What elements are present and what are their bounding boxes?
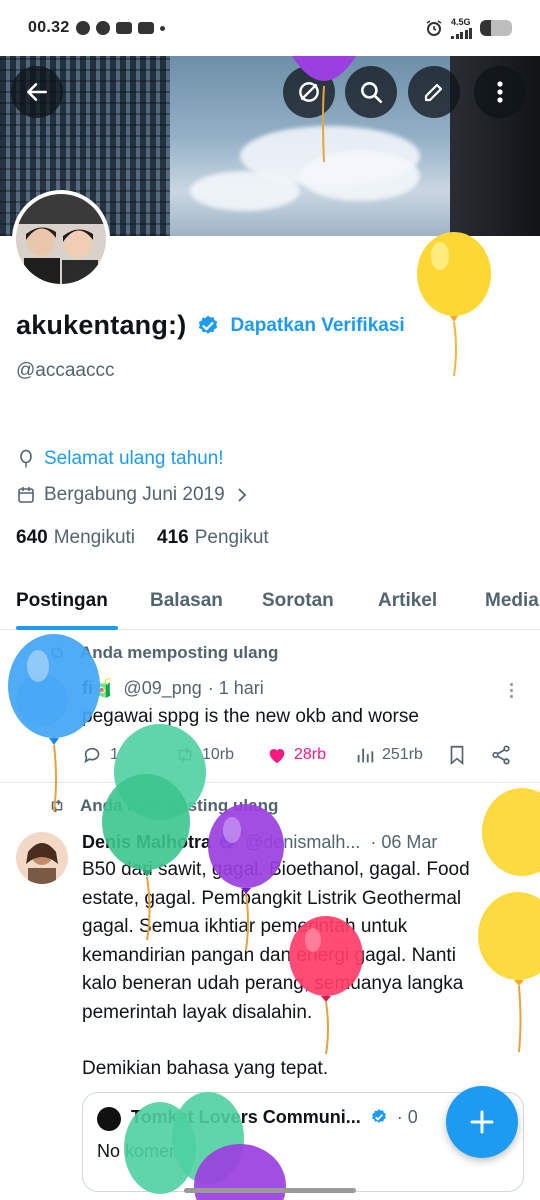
repost-indicator: Anda memposting ulang — [48, 796, 278, 816]
whatsapp-icon — [75, 21, 90, 35]
joined-row[interactable]: Bergabung Juni 2019 — [16, 484, 249, 506]
alarm-icon — [426, 20, 442, 36]
profile-handle: @accaaccc — [16, 360, 115, 381]
post-avatar[interactable] — [16, 674, 68, 726]
tab-posts[interactable]: Postingan — [16, 590, 108, 612]
reply-button[interactable]: 1 — [82, 744, 119, 766]
birthday-row: Selamat ulang tahun! — [16, 448, 224, 470]
get-verified-link[interactable]: Dapatkan Verifikasi — [230, 315, 404, 337]
views-button[interactable]: 251rb — [354, 744, 423, 766]
compose-fab-button[interactable] — [446, 1086, 518, 1158]
youtube-icon — [137, 22, 154, 34]
network-type: 4.5G — [451, 16, 471, 27]
balloon-icon — [20, 449, 32, 468]
repost-button[interactable]: 10rb — [174, 744, 234, 766]
plus-icon — [470, 1110, 494, 1134]
post-text: pegawai sppg is the new okb and worse — [82, 706, 419, 727]
post-actions: 1 10rb 28rb 251rb — [82, 744, 522, 770]
post-divider — [0, 782, 540, 783]
back-button[interactable] — [11, 66, 63, 118]
chat-icon — [95, 21, 110, 35]
share-icon — [492, 745, 510, 765]
signal-icon — [451, 27, 472, 39]
joined-text: Bergabung Juni 2019 — [44, 484, 225, 505]
more-button[interactable] — [474, 66, 526, 118]
tab-underline — [16, 626, 118, 630]
post-header: fi🧃 @09_png · 1 hari — [82, 678, 264, 699]
verified-badge-icon — [371, 1109, 386, 1123]
quote-avatar — [97, 1107, 121, 1131]
post-text: B50 dari sawit, gagal. Bioethanol, gagal… — [82, 859, 470, 1079]
views-icon — [357, 748, 374, 763]
repost-icon — [178, 747, 192, 763]
profile-tabs: Postingan Balasan Sorotan Artikel Media — [0, 580, 540, 630]
compose-icon — [424, 83, 443, 102]
post-header: Denis Malhotra @denismalh... · 06 Mar — [82, 832, 437, 853]
follow-stats: 640 Mengikuti 416 Pengikut — [16, 527, 269, 549]
tab-replies[interactable]: Balasan — [150, 590, 223, 612]
post-more-icon[interactable] — [510, 683, 514, 698]
sync-button[interactable] — [283, 66, 335, 118]
tab-highlights[interactable]: Sorotan — [262, 590, 334, 612]
reply-icon — [84, 747, 100, 764]
calendar-icon — [18, 487, 34, 503]
post-username[interactable]: @09_png — [123, 678, 201, 699]
bookmark-icon — [450, 745, 464, 766]
verified-badge-icon — [219, 833, 235, 849]
balloon-yellow — [417, 232, 491, 377]
post-author[interactable]: fi🧃 — [82, 678, 115, 699]
post-time: · 1 hari — [207, 678, 264, 698]
share-button[interactable] — [490, 744, 518, 766]
repost-indicator: Anda memposting ulang — [48, 643, 278, 663]
quote-text: No komen — [97, 1141, 180, 1161]
compose-button[interactable] — [408, 66, 460, 118]
post-author[interactable]: Denis Malhotra — [82, 832, 211, 853]
more-icon — [497, 81, 503, 103]
tab-media[interactable]: Media — [485, 590, 539, 612]
search-button[interactable] — [345, 66, 397, 118]
repost-icon — [51, 646, 63, 660]
profile-avatar[interactable] — [12, 190, 110, 288]
tab-articles[interactable]: Artikel — [378, 590, 437, 612]
repost-icon — [51, 799, 63, 813]
search-icon — [361, 82, 383, 104]
post-time: · 06 Mar — [370, 832, 438, 852]
birthday-text[interactable]: Selamat ulang tahun! — [44, 448, 224, 470]
home-indicator[interactable] — [184, 1188, 356, 1193]
name-row: akukentang:) Dapatkan Verifikasi — [16, 310, 405, 341]
sync-icon — [299, 82, 319, 102]
notification-dot-icon — [159, 25, 165, 31]
status-time: 00.32 — [28, 19, 70, 36]
post-username[interactable]: @denismalh... — [245, 832, 360, 853]
chevron-right-icon — [238, 488, 246, 502]
display-name: akukentang:) — [16, 310, 187, 340]
capcut-icon — [115, 22, 132, 34]
bookmark-button[interactable] — [446, 744, 474, 766]
verified-badge-icon — [199, 315, 218, 334]
following-link[interactable]: 640 Mengikuti — [16, 527, 135, 549]
battery-icon — [480, 20, 512, 36]
heart-filled-icon — [269, 749, 285, 764]
status-bar: 00.32 4.5G — [0, 0, 540, 56]
back-icon — [27, 83, 47, 101]
quote-author: Tomket Lovers Communi... · 0 — [131, 1107, 418, 1127]
followers-link[interactable]: 416 Pengikut — [157, 527, 269, 549]
like-button[interactable]: 28rb — [266, 744, 326, 766]
post-avatar[interactable] — [16, 832, 68, 884]
